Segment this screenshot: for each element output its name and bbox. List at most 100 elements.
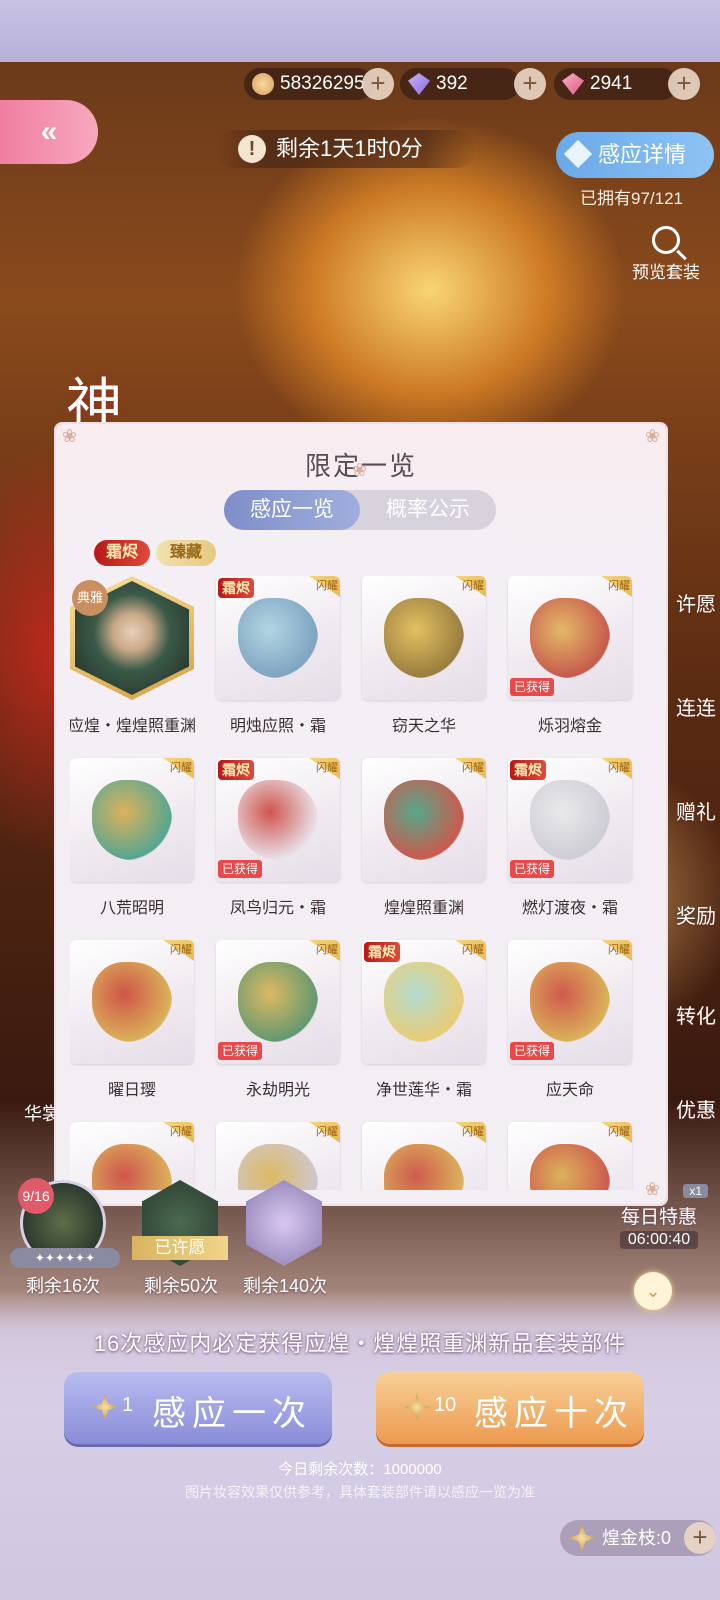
item-grid: 典雅 应煌・煌煌照重渊 闪耀 霜烬 明烛应照・霜 闪耀 窃天之华 闪耀 已获得 烁羽熔金 闪耀 八荒昭… — [70, 576, 652, 1190]
gold-branch-value: 煌金枝:0 — [602, 1528, 672, 1548]
item-artwork — [92, 780, 172, 860]
item-artwork — [384, 1144, 464, 1190]
event-timer: ! 剩余1天1时0分 — [216, 130, 476, 168]
add-gold-branch-button[interactable]: + — [684, 1522, 716, 1554]
rarity-tag-shuangjin[interactable]: 霜烬 — [94, 540, 150, 566]
back-button[interactable]: « — [0, 100, 98, 164]
shine-ribbon-text: 闪耀 — [462, 580, 484, 592]
shine-ribbon-text: 闪耀 — [170, 1126, 192, 1138]
side-tab-link[interactable]: 连连 — [672, 692, 720, 721]
shine-ribbon-text: 闪耀 — [316, 762, 338, 774]
item-thumbnail: 闪耀 — [70, 758, 194, 882]
add-coins-button[interactable]: + — [362, 68, 394, 100]
diamond-icon — [408, 73, 430, 95]
obtained-tag: 已获得 — [218, 860, 263, 878]
pink-crystal-icon — [562, 73, 584, 95]
shine-ribbon-text: 闪耀 — [608, 580, 630, 592]
item-artwork — [384, 962, 464, 1042]
item-thumbnail: 闪耀 霜烬 — [216, 576, 340, 700]
item-artwork — [530, 1144, 610, 1190]
shine-ribbon-text: 闪耀 — [462, 762, 484, 774]
currency-bar: 58326295 + 392 + 2941 + — [244, 68, 714, 102]
pity-badge: 9/16 — [18, 1178, 54, 1214]
pull-ten-cost: 10 — [434, 1394, 457, 1416]
item-thumbnail: 闪耀 — [362, 1122, 486, 1190]
item-thumbnail: 闪耀 已获得 — [216, 940, 340, 1064]
shine-ribbon-text: 闪耀 — [608, 1126, 630, 1138]
status-strip — [0, 0, 720, 62]
detail-button-label: 感应详情 — [598, 142, 687, 167]
currency-diamonds: 392 — [400, 68, 520, 100]
preview-label: 预览套装 — [632, 263, 700, 282]
diamonds-value: 392 — [436, 73, 468, 94]
item-name: 应天命 — [545, 1082, 594, 1099]
side-left-tab[interactable]: 华裳 — [24, 1100, 60, 1126]
item-artwork — [238, 962, 318, 1042]
shuangjin-tag: 霜烬 — [364, 942, 400, 962]
daily-deal[interactable]: x1 每日特惠 06:00:40 — [604, 1184, 714, 1249]
side-tab-convert[interactable]: 转化 — [672, 1000, 720, 1029]
item-name: 烁羽熔金 — [537, 718, 602, 735]
remaining-today: 今日剩余次数：1000000 — [278, 1461, 442, 1478]
coins-value: 58326295 — [280, 73, 365, 94]
tab-probability[interactable]: 概率公示 — [360, 490, 496, 530]
item-thumbnail: 闪耀 — [216, 1122, 340, 1190]
add-diamonds-button[interactable]: + — [514, 68, 546, 100]
item-artwork — [384, 780, 464, 860]
side-tab-reward[interactable]: 奖励 — [672, 900, 720, 929]
daily-time: 06:00:40 — [619, 1231, 699, 1249]
item-thumbnail: 闪耀 — [508, 1122, 632, 1190]
collapse-chevron-icon[interactable]: ⌄ — [634, 1272, 672, 1310]
title-flower-icon: ❀ — [352, 460, 368, 480]
gold-branch-icon — [568, 1524, 596, 1552]
item-name: 煌煌照重渊 — [383, 900, 464, 917]
item-thumbnail: 闪耀 — [70, 1122, 194, 1190]
diamond-info-icon — [563, 139, 593, 169]
daily-badge: x1 — [683, 1184, 708, 1198]
item-name: 曜日璎 — [107, 1082, 156, 1099]
shine-ribbon-text: 闪耀 — [170, 762, 192, 774]
limited-list-modal: ❀ ❀ 限定一览 ❀ 感应一览 概率公示 霜烬 臻藏 典雅 应煌・煌煌照重渊 闪耀霜… — [56, 424, 666, 1204]
item-artwork — [530, 780, 610, 860]
shine-ribbon-text: 闪耀 — [316, 580, 338, 592]
tab-induction-list[interactable]: 感应一览 — [224, 490, 360, 530]
elegant-badge: 典雅 — [72, 580, 108, 616]
corner-flower-icon: ❀ — [62, 426, 78, 446]
side-tab-gift[interactable]: 赠礼 — [672, 796, 720, 825]
crystals-value: 2941 — [590, 73, 633, 94]
add-crystals-button[interactable]: + — [668, 68, 700, 100]
side-tab-discount[interactable]: 优惠 — [672, 1094, 720, 1123]
guarantee-text: 16次感应内必定获得应煌・煌煌照重渊新品套装部件 — [93, 1331, 627, 1356]
pity-label: 剩余16次 — [25, 1276, 101, 1296]
obtained-tag: 已获得 — [510, 1042, 555, 1060]
item-artwork — [92, 1144, 172, 1190]
cat-coin-icon — [252, 73, 274, 95]
preview-outfit-button[interactable]: 预览套装 — [618, 226, 714, 283]
modal-tabs: 感应一览 概率公示 — [224, 490, 496, 530]
gold-branch-icon — [404, 1394, 430, 1420]
shine-ribbon-text: 闪耀 — [170, 944, 192, 956]
item-name: 明烛应照・霜 — [229, 718, 326, 735]
pull-ten-button[interactable]: 10 感应十次 — [376, 1372, 644, 1444]
pull-once-button[interactable]: 1 感应一次 — [64, 1372, 332, 1444]
item-thumbnail: 闪耀已获得 — [508, 576, 632, 700]
disclaimer-text: 图片妆容效果仅供参考，具体套装部件请以感应一览为准 — [185, 1484, 535, 1500]
detail-button[interactable]: 感应详情 — [556, 132, 714, 178]
item-artwork — [384, 598, 464, 678]
side-tab-wish[interactable]: 许愿 — [672, 588, 720, 617]
pity-label: 剩余140次 — [242, 1276, 328, 1296]
pull-once-label: 感应一次 — [152, 1394, 312, 1434]
item-name: 燃灯渡夜・霜 — [521, 900, 618, 917]
obtained-tag: 已获得 — [510, 678, 555, 696]
shine-ribbon-text: 闪耀 — [462, 1126, 484, 1138]
shine-ribbon-text: 闪耀 — [462, 944, 484, 956]
daily-title: 每日特惠 — [620, 1207, 697, 1228]
pity-status: 已许愿 — [132, 1236, 228, 1260]
corner-flower-icon: ❀ — [644, 1179, 660, 1199]
shuangjin-tag: 霜烬 — [510, 760, 546, 780]
back-chevron-icon: « — [40, 115, 58, 148]
item-artwork — [530, 598, 610, 678]
rarity-tag-zhencang[interactable]: 臻藏 — [156, 540, 216, 566]
item-name: 凤鸟归元・霜 — [229, 900, 326, 917]
item-thumbnail: 闪耀 霜烬 — [362, 940, 486, 1064]
